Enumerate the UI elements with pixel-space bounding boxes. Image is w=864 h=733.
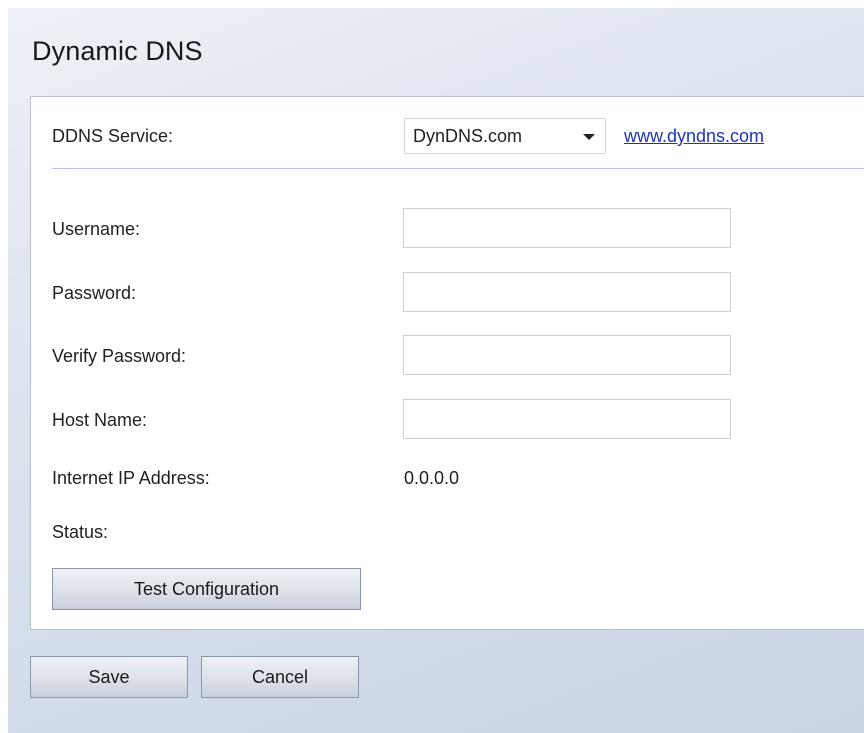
ddns-service-select[interactable]: DynDNS.com	[404, 118, 606, 154]
ddns-service-value: DynDNS.com	[413, 125, 523, 146]
ddns-provider-link[interactable]: www.dyndns.com	[624, 126, 764, 147]
password-input[interactable]	[403, 272, 731, 312]
username-label: Username:	[52, 219, 141, 239]
cancel-button[interactable]: Cancel	[201, 656, 359, 698]
save-button[interactable]: Save	[30, 656, 188, 698]
verify-password-label: Verify Password:	[52, 346, 187, 366]
password-label: Password:	[52, 283, 137, 303]
internet-ip-value: 0.0.0.0	[404, 468, 460, 488]
test-configuration-button[interactable]: Test Configuration	[52, 568, 361, 610]
status-label: Status:	[52, 522, 109, 542]
ddns-service-label: DDNS Service:	[52, 126, 174, 146]
verify-password-input[interactable]	[403, 335, 731, 375]
chevron-down-icon	[583, 134, 595, 140]
host-name-label: Host Name:	[52, 410, 148, 430]
page-title: Dynamic DNS	[32, 36, 203, 66]
separator	[52, 168, 864, 169]
host-name-input[interactable]	[403, 399, 731, 439]
username-input[interactable]	[403, 208, 731, 248]
internet-ip-label: Internet IP Address:	[52, 468, 210, 488]
